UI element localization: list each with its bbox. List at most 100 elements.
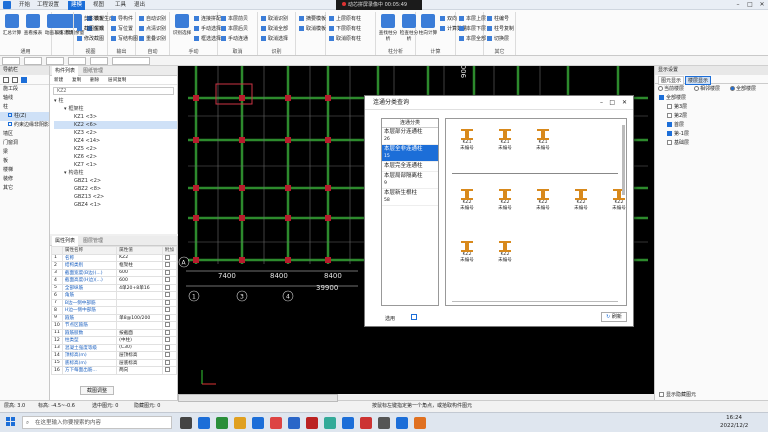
expand-icon[interactable]: ▾ — [64, 170, 67, 176]
ribbon-big-button[interactable]: 查看报表 — [23, 14, 43, 36]
floor-tree-item[interactable]: 第3层 — [659, 103, 768, 112]
dialog-maximize-icon[interactable]: □ — [609, 99, 615, 106]
column-item[interactable]: KZ1 未编号 — [458, 129, 476, 151]
extra-checkbox[interactable] — [164, 292, 170, 298]
property-value[interactable]: KZ2 — [116, 253, 163, 262]
extra-checkbox[interactable] — [164, 352, 170, 358]
taskbar-app-icon[interactable] — [216, 417, 228, 429]
copy-button[interactable]: 复制 — [72, 76, 81, 85]
tree-item[interactable]: KZ2 <6> — [54, 121, 177, 129]
extra-checkbox[interactable] — [164, 367, 170, 373]
floor-tree-item[interactable]: 首层 — [659, 121, 768, 130]
category-select[interactable] — [24, 57, 42, 65]
property-value[interactable]: 600 — [116, 268, 163, 277]
nav-item[interactable]: 门窗洞 — [0, 139, 49, 148]
property-value[interactable]: 4单20+8单16 — [116, 283, 163, 292]
close-icon[interactable]: ✕ — [756, 0, 768, 10]
nav-item[interactable]: 装修 — [0, 175, 49, 184]
property-row[interactable]: 13 混凝土强度等级 (C30) — [51, 343, 178, 352]
ribbon-big-button[interactable]: 柱向计算 — [418, 14, 438, 36]
tab-layer-management[interactable]: 图层管理 — [80, 236, 106, 246]
tree-item[interactable]: GBZ2 <8> — [54, 185, 177, 193]
floor-tree-item[interactable]: 第-1层 — [659, 130, 768, 139]
start-icon[interactable] — [6, 417, 16, 427]
ribbon-small-button[interactable]: 导构件 — [111, 15, 133, 23]
nav-item[interactable]: 其它 — [0, 184, 49, 193]
property-value[interactable] — [116, 306, 163, 315]
expand-icon[interactable]: ▾ — [64, 106, 67, 112]
category-item[interactable]: 本层完全连通柱 — [382, 162, 438, 172]
column-marker[interactable] — [325, 215, 331, 221]
column-marker[interactable] — [325, 185, 331, 191]
clock[interactable]: 16:24 2022/12/2 — [720, 414, 748, 430]
ribbon-small-button[interactable]: 本层前贝 — [221, 15, 248, 23]
extra-checkbox[interactable] — [164, 284, 170, 290]
ribbon-small-button[interactable]: 切换层 — [487, 35, 509, 43]
ribbon-small-button[interactable]: 本层下层 — [459, 25, 486, 33]
property-row[interactable]: 8 H边一侧中部筋 — [51, 306, 178, 315]
floor-tree-item[interactable]: 全部楼层 — [659, 94, 768, 103]
component-select[interactable] — [68, 57, 86, 65]
ribbon-small-button[interactable]: 自动识别 — [139, 15, 166, 23]
view-select[interactable] — [112, 57, 150, 65]
extra-checkbox[interactable] — [164, 299, 170, 305]
property-value[interactable]: 600 — [116, 276, 163, 285]
property-row[interactable]: 1 名称 KZ2 — [51, 253, 178, 262]
taskbar-app-icon[interactable] — [414, 417, 426, 429]
menu-tab[interactable]: 退出 — [131, 1, 148, 10]
tab-component-list[interactable]: 构件列表 — [52, 66, 79, 76]
ribbon-small-button[interactable]: 取消模板 — [299, 25, 326, 33]
column-marker[interactable] — [285, 137, 291, 143]
column-marker[interactable] — [193, 137, 199, 143]
taskbar-app-icon[interactable] — [270, 417, 282, 429]
property-value[interactable] — [116, 291, 163, 300]
ribbon-small-button[interactable]: 取消原有柱 — [329, 35, 361, 43]
property-row[interactable]: 5 全部纵筋 4单20+8单16 — [51, 283, 178, 292]
property-row[interactable]: 12 柱类型 (中柱) — [51, 336, 178, 345]
floor-radio[interactable]: 相邻楼层 — [694, 85, 720, 92]
extra-checkbox[interactable] — [164, 314, 170, 320]
menu-tab[interactable]: 开始 — [16, 1, 33, 10]
column-item[interactable]: KZ2 未编号 — [458, 241, 476, 263]
ribbon-small-button[interactable]: 写结构图 — [111, 35, 138, 43]
new-button[interactable]: 新建 — [54, 76, 63, 85]
recorder-overlay[interactable]: 动芯拼屏录像中 00:05:49 — [336, 0, 422, 10]
property-value[interactable] — [116, 298, 163, 307]
dialog-close-icon[interactable]: ✕ — [622, 99, 627, 106]
tree-item[interactable]: KZ1 <3> — [54, 113, 177, 121]
property-row[interactable]: 16 方下每面出筋... 两向 — [51, 366, 178, 375]
dialog-minimize-icon[interactable]: – — [600, 99, 603, 106]
extra-checkbox[interactable] — [164, 254, 170, 260]
column-marker[interactable] — [239, 185, 245, 191]
tab-drawing-management[interactable]: 图纸管理 — [80, 66, 106, 76]
taskbar-app-icon[interactable] — [198, 417, 210, 429]
tab-property-list[interactable]: 属性列表 — [52, 236, 79, 246]
taskbar-app-icon[interactable] — [396, 417, 408, 429]
category-item[interactable]: 本层局部隔离柱 9 — [382, 172, 438, 189]
tree-item[interactable]: ▾ 构造柱 — [54, 169, 177, 177]
floor-checkbox[interactable] — [667, 122, 672, 127]
extra-checkbox[interactable] — [164, 329, 170, 335]
property-row[interactable]: 15 底标高(m) 层底标高 — [51, 358, 178, 367]
property-value[interactable]: 两向 — [116, 366, 163, 375]
column-item[interactable]: KZ2 未编号 — [572, 189, 590, 211]
ribbon-small-button[interactable]: 手动选择 — [194, 25, 221, 33]
tree-item[interactable]: GBZ4 <1> — [54, 201, 177, 209]
property-row[interactable]: 14 顶标高(m) 层顶标高 — [51, 351, 178, 360]
floor-radio[interactable]: 当前楼层 — [658, 85, 684, 92]
property-row[interactable]: 4 截面高度(H边)(...) 600 — [51, 276, 178, 285]
ribbon-small-button[interactable]: 取消识别 — [261, 15, 288, 23]
refresh-button[interactable]: ↻ 刷新 — [601, 312, 627, 322]
ribbon-small-button[interactable]: 柱号复制 — [487, 25, 514, 33]
extra-checkbox[interactable] — [164, 262, 170, 268]
taskbar-search-input[interactable]: ⌕ 在这里输入你要搜索的内容 — [22, 416, 172, 429]
tree-item[interactable]: KZ7 <1> — [54, 161, 177, 169]
floor-tree-item[interactable]: 基础层 — [659, 139, 768, 148]
ribbon-big-button[interactable]: 查找柱分析 — [378, 14, 398, 42]
column-marker[interactable] — [193, 95, 199, 101]
floor-checkbox[interactable] — [667, 140, 672, 145]
taskbar-app-icon[interactable] — [360, 417, 372, 429]
nav-item[interactable]: 楼梯 — [0, 166, 49, 175]
nav-item[interactable]: 柱 — [0, 103, 49, 112]
property-value[interactable]: 按截面 — [116, 328, 163, 337]
